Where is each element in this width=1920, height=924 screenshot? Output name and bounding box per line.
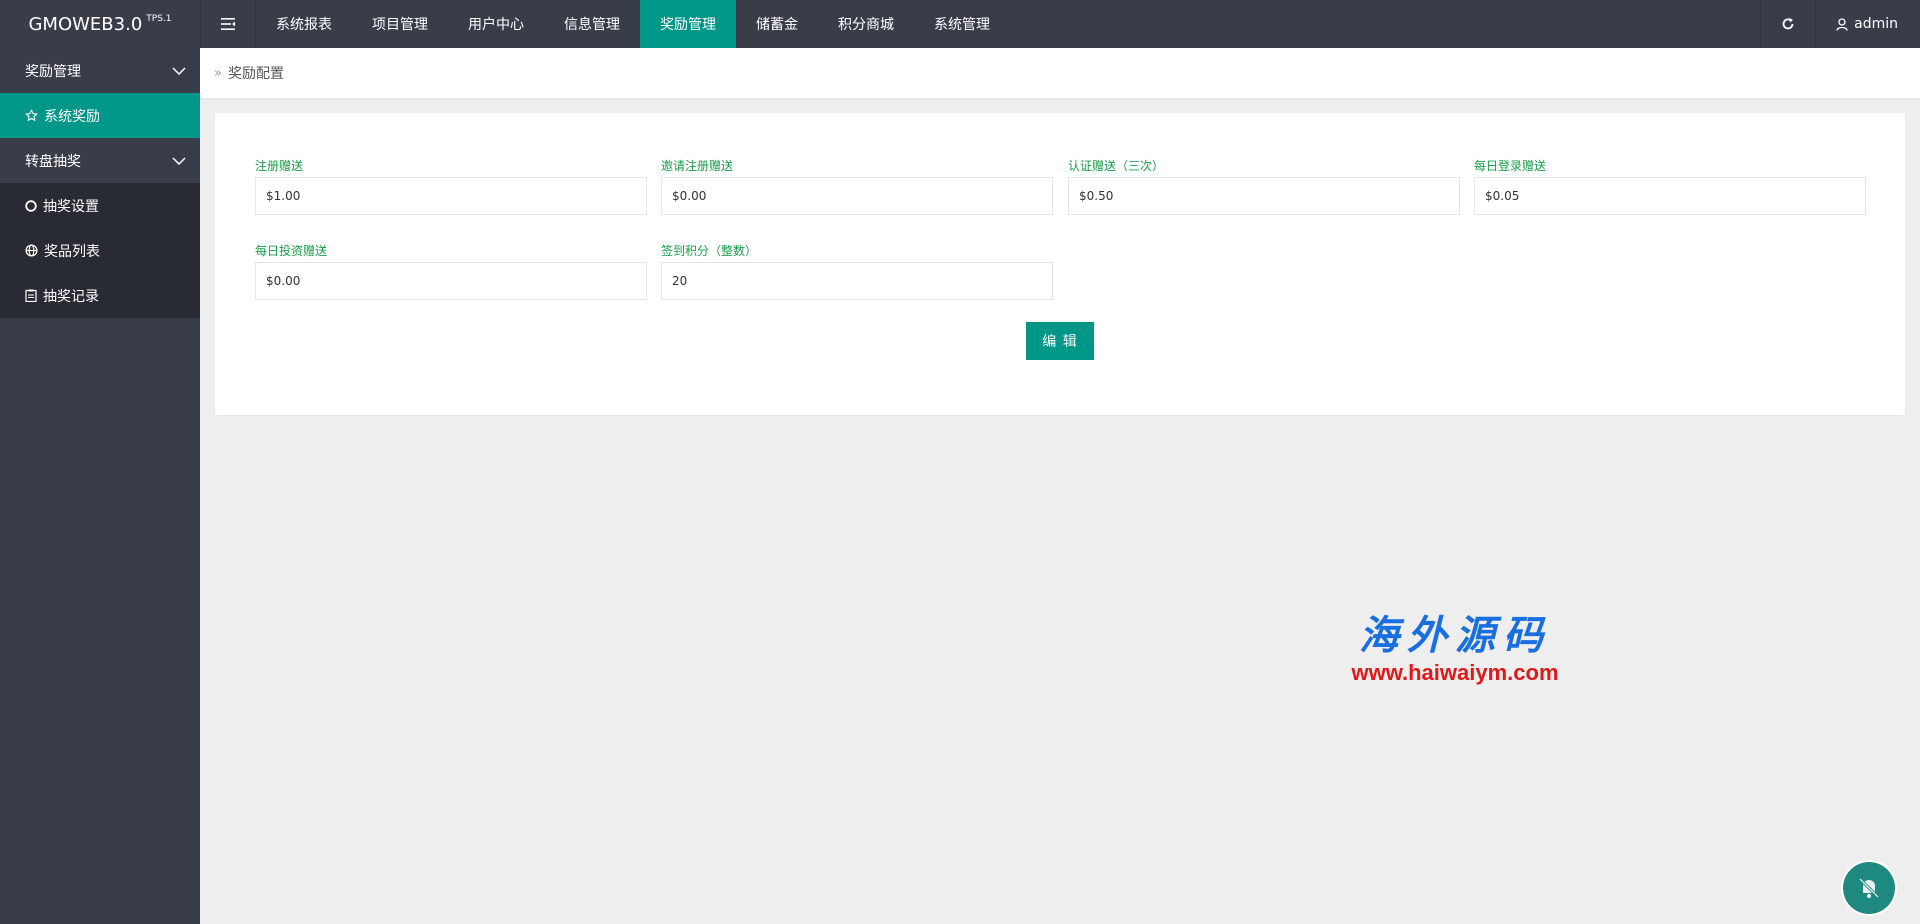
field-invite-bonus: 邀请注册赠送 <box>661 158 1053 215</box>
top-nav: 系统报表 项目管理 用户中心 信息管理 奖励管理 储蓄金 积分商城 系统管理 <box>256 0 1010 48</box>
chevron-down-icon <box>172 66 186 75</box>
nav-item-savings[interactable]: 储蓄金 <box>736 0 818 48</box>
verify-bonus-input[interactable] <box>1068 177 1460 215</box>
nav-item-points-mall[interactable]: 积分商城 <box>818 0 914 48</box>
sidebar-item-lottery-settings[interactable]: 抽奖设置 <box>0 183 200 228</box>
menu-toggle-button[interactable] <box>200 0 256 48</box>
field-label: 每日投资赠送 <box>255 244 328 258</box>
sidebar-item-label: 抽奖记录 <box>43 288 99 305</box>
username-label: admin <box>1854 16 1898 32</box>
field-verify-bonus: 认证赠送（三次） <box>1068 158 1460 215</box>
nav-item-users[interactable]: 用户中心 <box>448 0 544 48</box>
user-icon <box>1836 17 1848 31</box>
breadcrumb-current: 奖励配置 <box>227 66 284 82</box>
nav-item-system[interactable]: 系统管理 <box>914 0 1010 48</box>
nav-item-info[interactable]: 信息管理 <box>544 0 640 48</box>
field-checkin-points: 签到积分（整数） <box>661 243 1053 300</box>
sidebar-item-label: 奖品列表 <box>44 243 100 260</box>
bell-off-icon <box>1858 877 1880 899</box>
watermark-title: 海外源码 <box>1359 612 1551 659</box>
globe-icon <box>25 244 38 257</box>
refresh-icon <box>1782 18 1794 30</box>
field-label: 每日登录赠送 <box>1474 159 1547 173</box>
field-daily-login-bonus: 每日登录赠送 <box>1474 158 1866 215</box>
logo-text: GMOWEB3.0 <box>28 13 143 35</box>
sidebar-item-prize-list[interactable]: 奖品列表 <box>0 228 200 273</box>
field-label: 认证赠送（三次） <box>1068 159 1165 173</box>
star-icon <box>25 109 38 121</box>
clipboard-icon <box>25 289 37 302</box>
field-register-bonus: 注册赠送 <box>255 158 647 215</box>
user-menu[interactable]: admin <box>1816 0 1920 48</box>
nav-item-projects[interactable]: 项目管理 <box>352 0 448 48</box>
watermark: 海外源码 www.haiwaiym.com <box>1300 612 1610 692</box>
checkin-points-input[interactable] <box>661 262 1053 300</box>
floating-help-button[interactable] <box>1843 862 1895 914</box>
edit-button[interactable]: 编 辑 <box>1026 322 1094 360</box>
register-bonus-input[interactable] <box>255 177 647 215</box>
logo-version: TPS.1 <box>146 14 172 24</box>
field-label: 邀请注册赠送 <box>661 159 734 173</box>
field-daily-invest-bonus: 每日投资赠送 <box>255 243 647 300</box>
sidebar-item-label: 系统奖励 <box>44 108 100 125</box>
nav-item-reports[interactable]: 系统报表 <box>256 0 352 48</box>
sidebar-item-label: 抽奖设置 <box>43 198 99 215</box>
sidebar-item-system-rewards[interactable]: 系统奖励 <box>0 93 200 138</box>
sidebar-group-label: 奖励管理 <box>25 63 81 80</box>
circle-icon <box>25 199 37 212</box>
chevron-down-icon <box>172 156 186 165</box>
app-logo[interactable]: GMOWEB3.0 TPS.1 <box>0 0 200 48</box>
top-header: GMOWEB3.0 TPS.1 系统报表 项目管理 用户中心 信息管理 奖励管理 … <box>0 0 1920 48</box>
menu-toggle-icon <box>221 18 235 30</box>
sidebar-group-lottery[interactable]: 转盘抽奖 <box>0 138 200 183</box>
field-label: 签到积分（整数） <box>661 244 758 258</box>
double-chevron-right-icon: » <box>214 65 222 81</box>
refresh-button[interactable] <box>1760 0 1817 48</box>
invite-bonus-input[interactable] <box>661 177 1053 215</box>
sidebar-group-rewards[interactable]: 奖励管理 <box>0 48 200 93</box>
nav-item-rewards[interactable]: 奖励管理 <box>640 0 736 48</box>
daily-invest-bonus-input[interactable] <box>255 262 647 300</box>
sidebar-group-label: 转盘抽奖 <box>25 153 81 170</box>
sidebar: 奖励管理 系统奖励 转盘抽奖 抽奖设置 奖品列表 抽奖记录 <box>0 48 200 924</box>
daily-login-bonus-input[interactable] <box>1474 177 1866 215</box>
reward-config-card: 注册赠送 邀请注册赠送 认证赠送（三次） 每日登录赠送 每日投资赠送 签到积分（… <box>215 113 1905 415</box>
breadcrumb: » 奖励配置 <box>200 48 1920 98</box>
sidebar-item-lottery-records[interactable]: 抽奖记录 <box>0 273 200 318</box>
field-label: 注册赠送 <box>255 159 304 173</box>
header-right: admin <box>1760 0 1920 48</box>
watermark-url: www.haiwaiym.com <box>1351 660 1559 685</box>
